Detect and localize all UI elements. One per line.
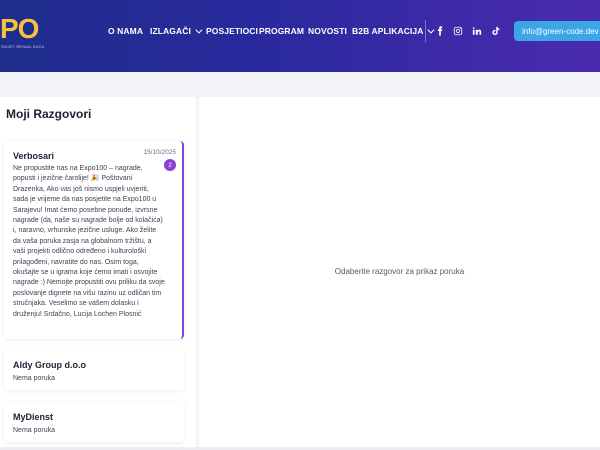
conversation-subtitle: Nema poruka [13, 427, 56, 434]
logo-subtitle: SVIJET, REGIJA, KUĆA [1, 44, 45, 49]
site-logo[interactable]: PO SVIJET, REGIJA, KUĆA [0, 13, 44, 50]
nav-item-label: O NAMA [108, 26, 144, 36]
nav-item-posjetioci[interactable]: POSJETIOCI [206, 26, 258, 36]
nav-item-label: POSJETIOCI [206, 26, 259, 36]
nav-item-label: IZLAGAČI [150, 26, 191, 36]
tiktok-icon[interactable] [490, 25, 502, 37]
nav-item-b2b-aplikacija[interactable]: B2B APLIKACIJA [352, 26, 435, 36]
conversation-date: 15/10/2025 [143, 149, 176, 156]
nav-item-program[interactable]: PROGRAM [259, 26, 304, 36]
logo-text: PO [0, 13, 39, 44]
top-navbar: PO SVIJET, REGIJA, KUĆA O NAMA IZLAGAČI … [0, 0, 600, 72]
conversation-item-verbosari[interactable]: Verbosari 15/10/2025 2 Ne propustite nas… [4, 141, 184, 339]
chevron-down-icon [195, 26, 203, 34]
nav-item-izlagaci[interactable]: IZLAGAČI [150, 26, 203, 36]
empty-state-text: Odaberite razgovor za prikaz poruka [334, 267, 465, 276]
nav-divider [425, 20, 426, 42]
conversation-item-aldy-group[interactable]: Aldy Group d.o.o Nema poruka [4, 350, 184, 390]
conversations-sidebar: Moji Razgovori Verbosari 15/10/2025 2 Ne… [0, 97, 196, 450]
message-view: Odaberite razgovor za prikaz poruka [199, 97, 600, 450]
conversation-name: MyDienst [13, 412, 54, 422]
nav-item-novosti[interactable]: NOVOSTI [308, 26, 347, 36]
instagram-icon[interactable] [452, 25, 464, 37]
conversation-name: Verbosari [13, 151, 55, 161]
conversation-name: Aldy Group d.o.o [13, 360, 86, 370]
conversation-subtitle: Nema poruka [13, 375, 56, 382]
linkedin-icon[interactable] [471, 25, 483, 37]
unread-badge: 2 [164, 159, 176, 171]
conversation-preview: Ne propustite nas na Expo100 – nagrade, … [13, 165, 165, 318]
facebook-icon[interactable] [434, 25, 446, 37]
conversation-item-mydienst[interactable]: MyDienst Nema poruka [4, 402, 184, 442]
user-account-button[interactable]: info@green-code.dev [514, 21, 600, 41]
nav-item-label: NOVOSTI [308, 26, 347, 36]
nav-item-label: B2B APLIKACIJA [352, 26, 424, 36]
nav-item-o-nama[interactable]: O NAMA [108, 26, 143, 36]
page-title: Moji Razgovori [6, 107, 92, 121]
nav-item-label: PROGRAM [259, 26, 305, 36]
